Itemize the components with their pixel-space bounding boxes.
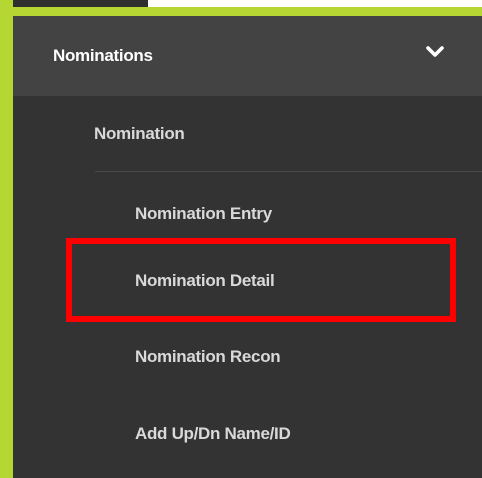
menu-item-nomination-detail[interactable]: Nomination Detail xyxy=(135,271,275,291)
menu-group-nominations[interactable]: Nominations xyxy=(13,16,482,96)
screen: Nominations Nomination Nomination Entry … xyxy=(0,0,482,478)
chevron-down-icon[interactable] xyxy=(425,42,445,62)
menu-group-title: Nominations xyxy=(53,46,153,65)
accent-top-border xyxy=(0,7,482,16)
menu-item-nomination-recon[interactable]: Nomination Recon xyxy=(135,347,281,367)
menu-section-nomination[interactable]: Nomination xyxy=(94,124,185,144)
section-divider xyxy=(95,171,482,172)
sidebar-menu: Nominations Nomination Nomination Entry … xyxy=(13,16,482,478)
menu-item-add-up-dn-name-id[interactable]: Add Up/Dn Name/ID xyxy=(135,424,291,444)
menu-item-nomination-entry[interactable]: Nomination Entry xyxy=(135,204,272,224)
accent-left-border xyxy=(0,0,13,478)
top-strip xyxy=(0,0,482,16)
